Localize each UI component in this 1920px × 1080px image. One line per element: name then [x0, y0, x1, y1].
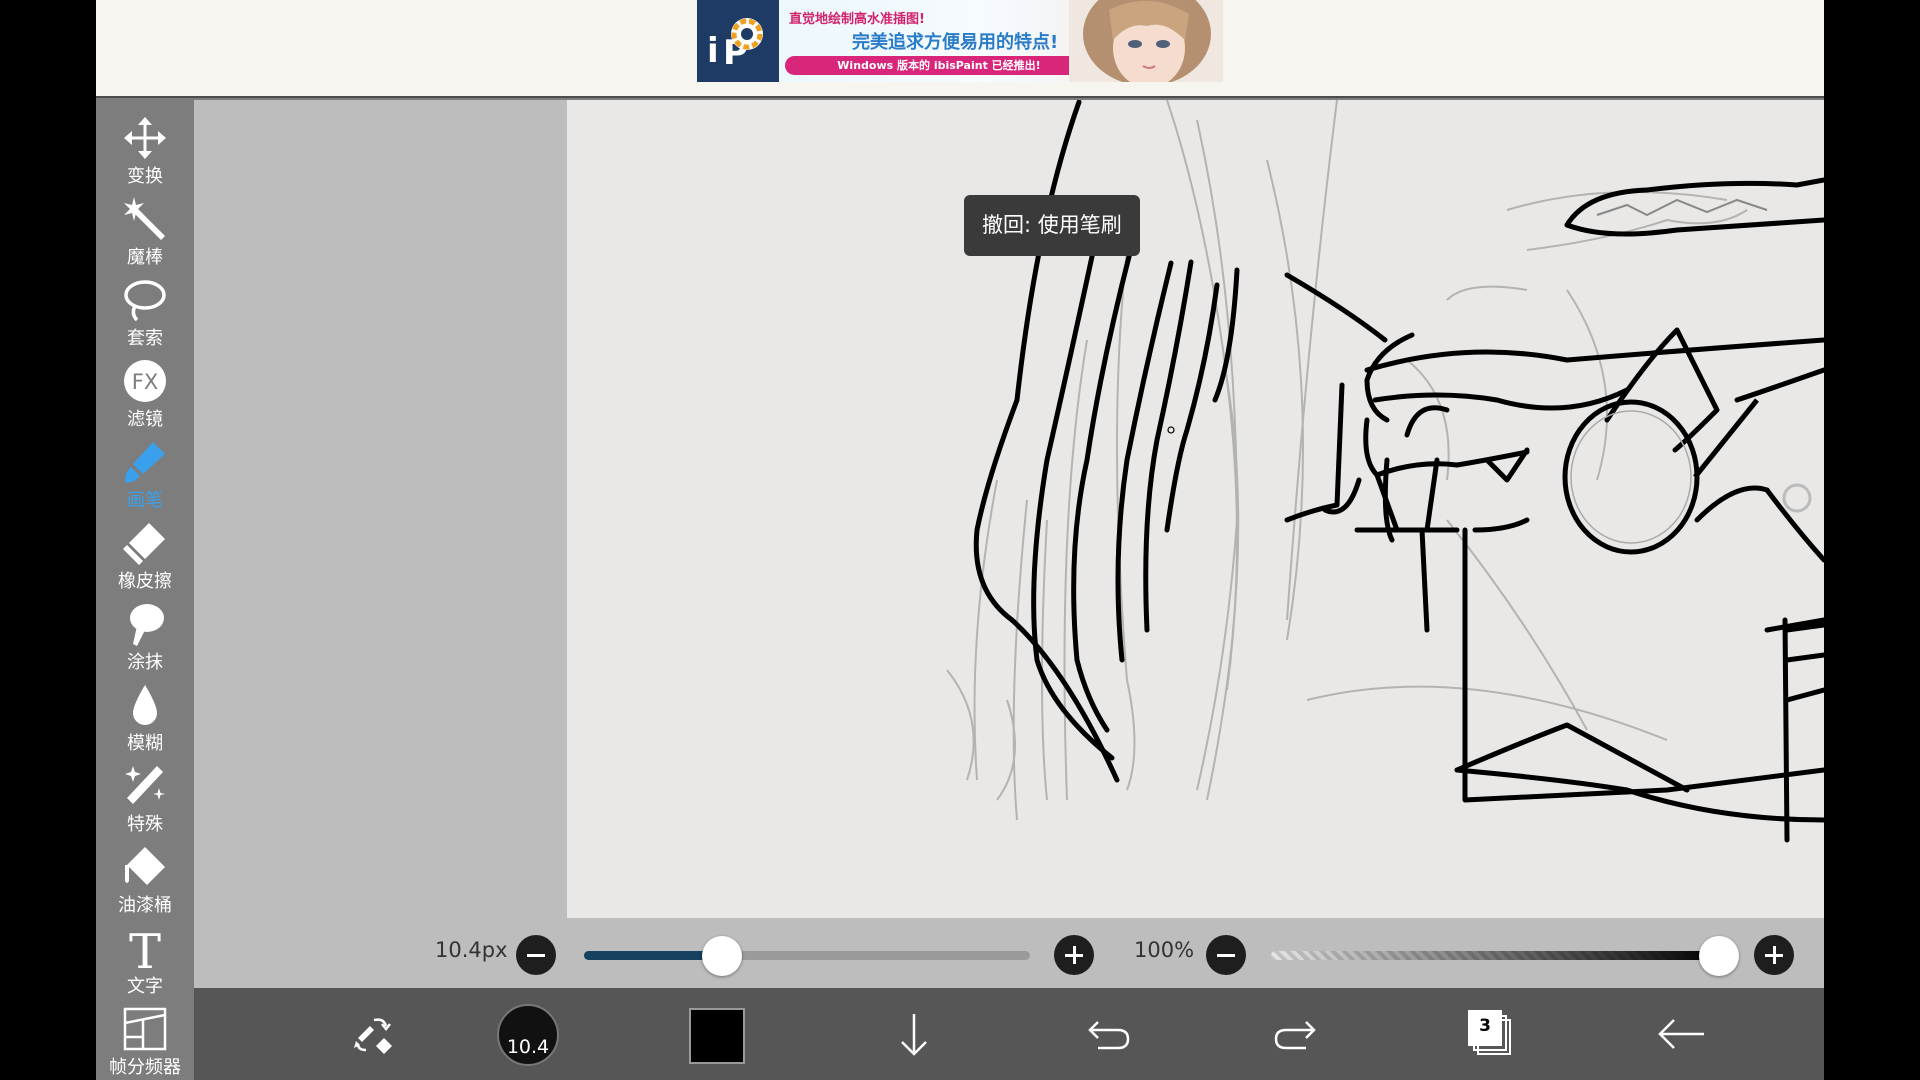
ad-bar: i P 直觉地绘制高水准插图! 完美追求方便易用的特点! Windows 版本的… — [96, 0, 1824, 98]
fx-filter-icon: FX — [123, 359, 167, 403]
ad-windows-notice: Windows 版本的 ibisPaint 已经推出! — [785, 56, 1093, 75]
tool-selection-button[interactable] — [344, 1004, 404, 1064]
tool-transform[interactable]: 变换 — [96, 108, 194, 188]
tool-label: 橡皮擦 — [118, 571, 172, 592]
svg-text:i: i — [707, 31, 719, 71]
opacity-decrease-button[interactable] — [1206, 935, 1246, 975]
download-button[interactable] — [884, 1004, 944, 1064]
ad-headline: 直觉地绘制高水准插图! — [789, 12, 925, 27]
arrow-down-icon — [901, 1014, 927, 1056]
text-icon: T — [123, 924, 167, 980]
tool-eraser[interactable]: 橡皮擦 — [96, 513, 194, 593]
brush-size-value: 10.4 — [506, 1036, 550, 1058]
brush-eraser-swap-icon — [354, 1018, 392, 1054]
redo-button[interactable] — [1268, 1004, 1328, 1064]
tool-label: 特殊 — [127, 814, 163, 835]
ad-banner[interactable]: i P 直觉地绘制高水准插图! 完美追求方便易用的特点! Windows 版本的… — [697, 0, 1223, 82]
tool-paint-bucket[interactable]: 油漆桶 — [96, 837, 194, 917]
brush-size-button[interactable]: 10.4 — [497, 1004, 559, 1066]
svg-text:FX: FX — [132, 370, 158, 394]
tool-text[interactable]: T 文字 — [96, 918, 194, 998]
smudge-icon — [123, 602, 167, 646]
drawing-canvas[interactable] — [567, 100, 1824, 918]
tool-label: 变换 — [127, 166, 163, 187]
tool-filter[interactable]: FX 滤镜 — [96, 351, 194, 431]
eraser-icon — [123, 521, 167, 565]
paint-bucket-icon — [123, 845, 167, 889]
tool-brush[interactable]: 画笔 — [96, 432, 194, 512]
tool-label: 滤镜 — [127, 409, 163, 430]
tool-label: 套索 — [127, 328, 163, 349]
brush-size-slider[interactable] — [584, 951, 1030, 960]
tool-smudge[interactable]: 涂抹 — [96, 594, 194, 674]
tool-blur[interactable]: 模糊 — [96, 675, 194, 755]
opacity-slider[interactable] — [1271, 951, 1719, 960]
ad-subheadline: 完美追求方便易用的特点! — [852, 32, 1059, 53]
arrow-left-icon — [1658, 1019, 1704, 1049]
opacity-slider-thumb[interactable] — [1699, 936, 1739, 976]
ibispaint-logo: i P — [697, 0, 779, 82]
undo-icon — [1088, 1021, 1130, 1050]
brush-size-slider-thumb[interactable] — [702, 936, 743, 976]
tool-magic-wand[interactable]: 魔棒 — [96, 189, 194, 269]
tool-label: 魔棒 — [127, 247, 163, 268]
frame-divider-icon — [123, 1007, 167, 1051]
ibispaint-app: i P 直觉地绘制高水准插图! 完美追求方便易用的特点! Windows 版本的… — [96, 0, 1824, 1080]
special-wand-icon — [123, 764, 167, 808]
slider-bar: 10.4px 100% — [194, 918, 1824, 988]
brush-size-label: 10.4px — [435, 938, 508, 962]
blur-drop-icon — [123, 683, 167, 727]
svg-text:T: T — [129, 926, 161, 970]
tool-label: 帧分频器 — [109, 1057, 181, 1078]
tool-lasso[interactable]: 套索 — [96, 270, 194, 350]
color-swatch-button[interactable] — [689, 1008, 745, 1064]
redo-icon — [1274, 1021, 1316, 1050]
undo-toast: 撤回: 使用笔刷 — [964, 195, 1140, 256]
tool-label: 模糊 — [127, 733, 163, 754]
tool-label: 画笔 — [127, 490, 163, 511]
layer-count: 3 — [1479, 1016, 1491, 1036]
brush-size-increase-button[interactable] — [1054, 935, 1094, 975]
opacity-increase-button[interactable] — [1754, 935, 1794, 975]
ad-character-illustration — [1069, 0, 1223, 82]
undo-button[interactable] — [1076, 1004, 1136, 1064]
move-arrows-icon — [123, 116, 167, 160]
tool-label: 涂抹 — [127, 652, 163, 673]
magic-wand-icon — [123, 197, 167, 241]
artwork-sketch — [946, 100, 1824, 843]
tool-label: 文字 — [127, 976, 163, 997]
bottom-toolbar: 10.4 3 — [194, 988, 1824, 1080]
tool-frame-divider[interactable]: 帧分频器 — [96, 999, 194, 1079]
tool-label: 油漆桶 — [118, 895, 172, 916]
tool-special[interactable]: 特殊 — [96, 756, 194, 836]
back-button[interactable] — [1652, 1004, 1712, 1064]
canvas-area[interactable]: 撤回: 使用笔刷 — [194, 100, 1824, 918]
left-toolbar: 变换 魔棒 套索 FX 滤镜 画笔 橡皮擦 涂抹 模糊 特殊 油漆桶 T 文字 … — [96, 100, 194, 1080]
lasso-icon — [123, 278, 167, 322]
brush-icon — [123, 440, 167, 484]
brush-size-decrease-button[interactable] — [516, 935, 556, 975]
layers-button[interactable]: 3 — [1460, 1004, 1520, 1064]
opacity-label: 100% — [1134, 938, 1195, 962]
